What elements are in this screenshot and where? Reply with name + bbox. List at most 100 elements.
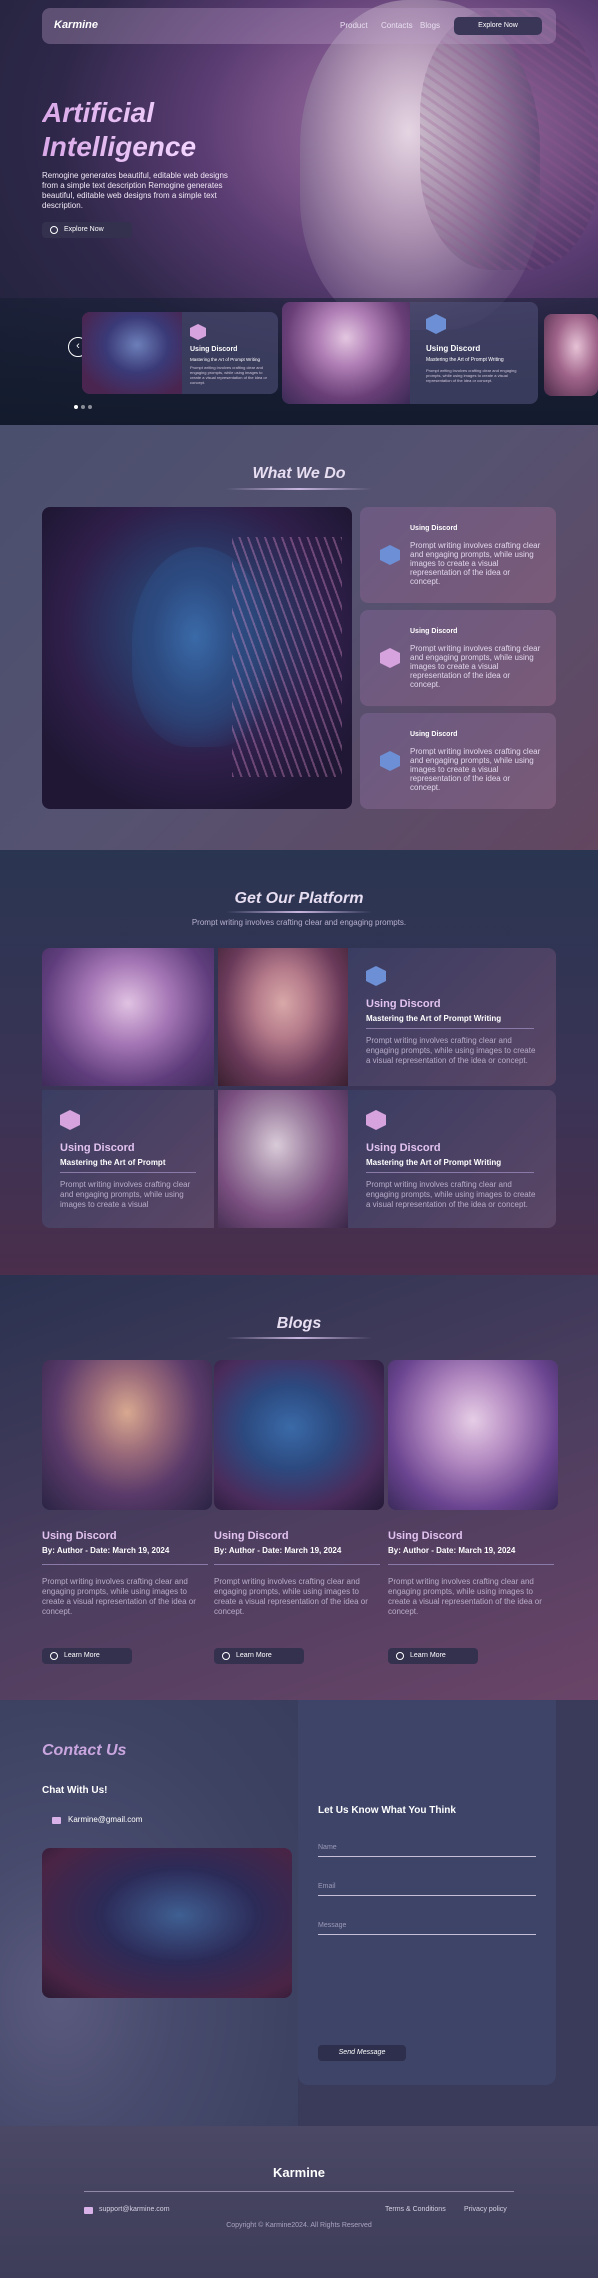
feature-card[interactable]: Using Discord Prompt writing involves cr… <box>360 713 556 809</box>
feature-card-title: Using Discord <box>410 525 458 532</box>
platform-card-title: Using Discord <box>366 1142 441 1154</box>
blog-body: Prompt writing involves crafting clear a… <box>214 1577 368 1616</box>
blog-divider <box>42 1564 208 1565</box>
hexagon-icon <box>366 1110 386 1130</box>
feature-card-title: Using Discord <box>410 628 458 635</box>
email-field-label[interactable]: Email <box>318 1883 336 1890</box>
blog-meta: By: Author - Date: March 19, 2024 <box>42 1546 170 1555</box>
platform-card-title: Using Discord <box>366 998 441 1010</box>
hero-description: Remogine generates beautiful, editable w… <box>42 171 228 210</box>
carousel-dot[interactable] <box>88 405 92 409</box>
learn-more-button[interactable]: Learn More <box>214 1648 304 1664</box>
blog-title[interactable]: Using Discord <box>214 1530 289 1542</box>
blog-divider <box>388 1564 554 1565</box>
feature-card[interactable]: Using Discord Prompt writing involves cr… <box>360 610 556 706</box>
nav-link-blogs[interactable]: Blogs <box>420 21 440 30</box>
footer-terms-link[interactable]: Terms & Conditions <box>385 2206 446 2213</box>
learn-more-button[interactable]: Learn More <box>42 1648 132 1664</box>
platform-card[interactable]: Using Discord Mastering the Art of Promp… <box>348 948 556 1086</box>
hexagon-icon <box>190 324 206 340</box>
nav-logo[interactable]: Karmine <box>54 19 98 31</box>
platform-card[interactable]: Using Discord Mastering the Art of Promp… <box>42 1090 214 1228</box>
footer-email[interactable]: support@karmine.com <box>99 2206 170 2213</box>
platform-card-body: Prompt writing involves crafting clear a… <box>366 1036 536 1065</box>
blog-meta: By: Author - Date: March 19, 2024 <box>388 1546 516 1555</box>
send-message-button[interactable]: Send Message <box>318 2045 406 2061</box>
hexagon-icon <box>366 966 386 986</box>
blog-meta: By: Author - Date: March 19, 2024 <box>214 1546 342 1555</box>
carousel-card[interactable]: Using Discord Mastering the Art of Promp… <box>82 312 278 394</box>
platform-title: Get Our Platform <box>234 890 364 907</box>
platform-card-subtitle: Mastering the Art of Prompt Writing <box>366 1014 502 1023</box>
platform-image-fairy <box>42 948 214 1086</box>
carousel-card-title: Using Discord <box>190 346 238 353</box>
arrow-circle-icon <box>222 1652 230 1660</box>
learn-more-button[interactable]: Learn More <box>388 1648 478 1664</box>
carousel-card-subtitle: Mastering the Art of Prompt Writing <box>190 357 260 362</box>
carousel-card-title: Using Discord <box>426 344 481 353</box>
section-divider <box>226 911 372 913</box>
message-field[interactable] <box>318 1934 536 1935</box>
learn-more-label: Learn More <box>410 1652 446 1659</box>
contact-image <box>42 1848 292 1998</box>
blogs-title: Blogs <box>276 1315 322 1332</box>
hero-title-line2: Intelligence <box>42 131 197 162</box>
blog-image[interactable] <box>42 1360 212 1510</box>
carousel-dot-active[interactable] <box>74 405 78 409</box>
feature-card-title: Using Discord <box>410 731 458 738</box>
nav-explore-button[interactable]: Explore Now <box>454 17 542 35</box>
carousel-card-subtitle: Mastering the Art of Prompt Writing <box>426 357 504 363</box>
hero-wires-decoration <box>420 10 598 270</box>
feature-card-body: Prompt writing involves crafting clear a… <box>410 747 541 792</box>
platform-card-body: Prompt writing involves crafting clear a… <box>60 1180 191 1209</box>
message-field-label[interactable]: Message <box>318 1922 346 1929</box>
hexagon-icon <box>426 314 446 334</box>
feature-card-body: Prompt writing involves crafting clear a… <box>410 541 541 586</box>
card-divider <box>60 1172 196 1173</box>
form-title: Let Us Know What You Think <box>318 1805 456 1816</box>
what-we-do-image <box>42 507 352 809</box>
contact-email[interactable]: Karmine@gmail.com <box>68 1815 142 1824</box>
card-divider <box>366 1028 534 1029</box>
arrow-circle-icon <box>396 1652 404 1660</box>
section-divider <box>226 488 372 490</box>
footer <box>0 2126 598 2278</box>
nav-link-contacts[interactable]: Contacts <box>381 21 413 30</box>
name-field[interactable] <box>318 1856 536 1857</box>
hero-title-line1: Artificial <box>42 97 155 128</box>
nav-link-product[interactable]: Product <box>340 21 368 30</box>
blog-title[interactable]: Using Discord <box>388 1530 463 1542</box>
blog-image[interactable] <box>214 1360 384 1510</box>
platform-card-title: Using Discord <box>60 1142 135 1154</box>
contact-title: Contact Us <box>42 1742 127 1759</box>
blog-title[interactable]: Using Discord <box>42 1530 117 1542</box>
platform-card[interactable]: Using Discord Mastering the Art of Promp… <box>348 1090 556 1228</box>
blog-body: Prompt writing involves crafting clear a… <box>42 1577 196 1616</box>
carousel-card-active[interactable]: Using Discord Mastering the Art of Promp… <box>282 302 538 404</box>
section-divider <box>226 1337 372 1339</box>
blog-body: Prompt writing involves crafting clear a… <box>388 1577 542 1616</box>
platform-card-subtitle: Mastering the Art of Prompt <box>60 1158 166 1167</box>
learn-more-label: Learn More <box>236 1652 272 1659</box>
carousel-card-image <box>544 314 598 396</box>
chat-title: Chat With Us! <box>42 1785 108 1796</box>
footer-divider <box>84 2191 514 2192</box>
carousel-card-image <box>282 302 410 404</box>
hero-explore-button[interactable]: Explore Now <box>42 222 132 238</box>
hero-title: Artificial Intelligence <box>42 96 196 164</box>
card-divider <box>366 1172 534 1173</box>
platform-card-body: Prompt writing involves crafting clear a… <box>366 1180 536 1209</box>
footer-privacy-link[interactable]: Privacy policy <box>464 2206 507 2213</box>
footer-copyright: Copyright © Karmine2024. All Rights Rese… <box>226 2222 372 2229</box>
carousel-card-peek[interactable] <box>544 314 598 396</box>
email-field[interactable] <box>318 1895 536 1896</box>
blog-image[interactable] <box>388 1360 558 1510</box>
carousel-card-body: Prompt writing involves crafting clear a… <box>190 365 267 385</box>
top-navbar: Karmine Product Contacts Blogs Explore N… <box>42 8 556 44</box>
platform-image-cyborg <box>218 1090 348 1228</box>
carousel-dot[interactable] <box>81 405 85 409</box>
learn-more-label: Learn More <box>64 1652 100 1659</box>
name-field-label[interactable]: Name <box>318 1844 337 1851</box>
feature-card[interactable]: Using Discord Prompt writing involves cr… <box>360 507 556 603</box>
footer-logo[interactable]: Karmine <box>0 2165 598 2180</box>
